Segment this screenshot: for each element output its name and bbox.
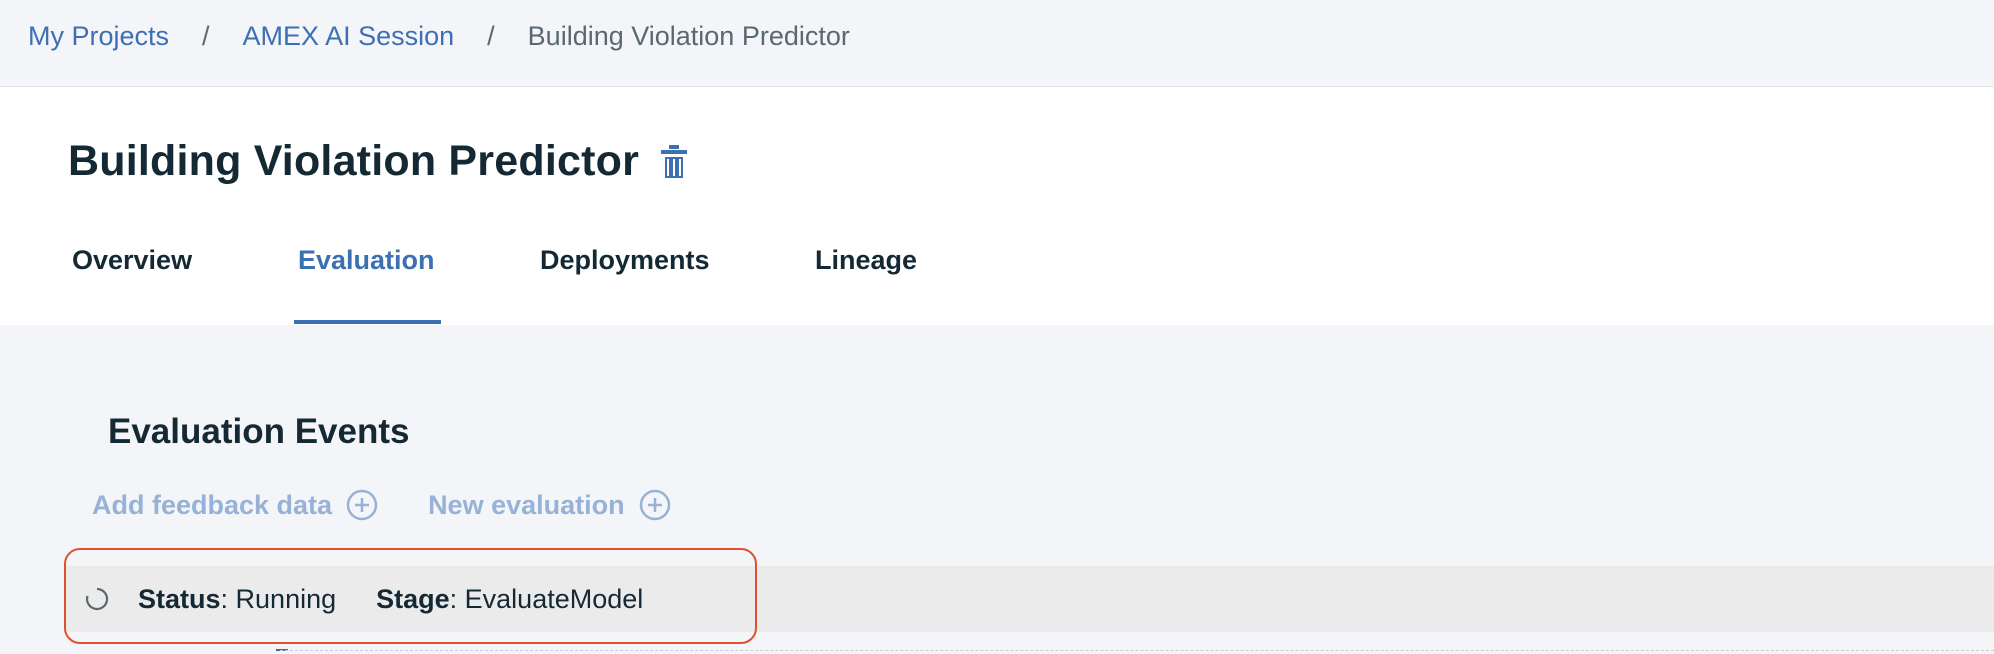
- add-circle-icon: [639, 489, 670, 521]
- active-tab-indicator: [294, 320, 441, 324]
- status-label: Status: [138, 583, 221, 614]
- top-bar: My Projects / AMEX AI Session / Building…: [0, 0, 1994, 87]
- page-header: Building Violation Predictor Overview Ev…: [0, 87, 1994, 325]
- new-evaluation-label: New evaluation: [428, 489, 625, 520]
- breadcrumb-my-projects[interactable]: My Projects: [28, 18, 169, 54]
- title-row: Building Violation Predictor: [68, 137, 688, 186]
- breadcrumb: My Projects / AMEX AI Session / Building…: [28, 18, 850, 54]
- spinner-icon: [85, 587, 109, 611]
- status-row: Status : Running Stage : EvaluateModel: [84, 580, 643, 618]
- tab-overview[interactable]: Overview: [72, 235, 192, 325]
- status-value: : Running: [220, 583, 337, 614]
- breadcrumb-amex-ai-session[interactable]: AMEX AI Session: [243, 18, 455, 54]
- tab-lineage[interactable]: Lineage: [815, 235, 917, 325]
- stage-label: Stage: [376, 583, 450, 614]
- add-circle-icon: [346, 489, 378, 521]
- new-evaluation-button[interactable]: New evaluation: [428, 489, 671, 521]
- tab-deployments[interactable]: Deployments: [540, 235, 710, 325]
- breadcrumb-separator: /: [202, 21, 210, 51]
- divider: [280, 650, 1994, 651]
- add-feedback-data-button[interactable]: Add feedback data: [92, 489, 378, 521]
- tab-evaluation[interactable]: Evaluation: [298, 235, 435, 325]
- trash-icon[interactable]: [661, 144, 688, 180]
- stage-value: : EvaluateModel: [449, 583, 644, 614]
- breadcrumb-separator: /: [487, 21, 495, 51]
- breadcrumb-current: Building Violation Predictor: [527, 21, 850, 51]
- add-feedback-data-label: Add feedback data: [92, 489, 333, 520]
- page-title: Building Violation Predictor: [68, 137, 640, 185]
- section-title: Evaluation Events: [108, 412, 410, 451]
- evaluation-actions: Add feedback data New evaluation: [92, 489, 721, 521]
